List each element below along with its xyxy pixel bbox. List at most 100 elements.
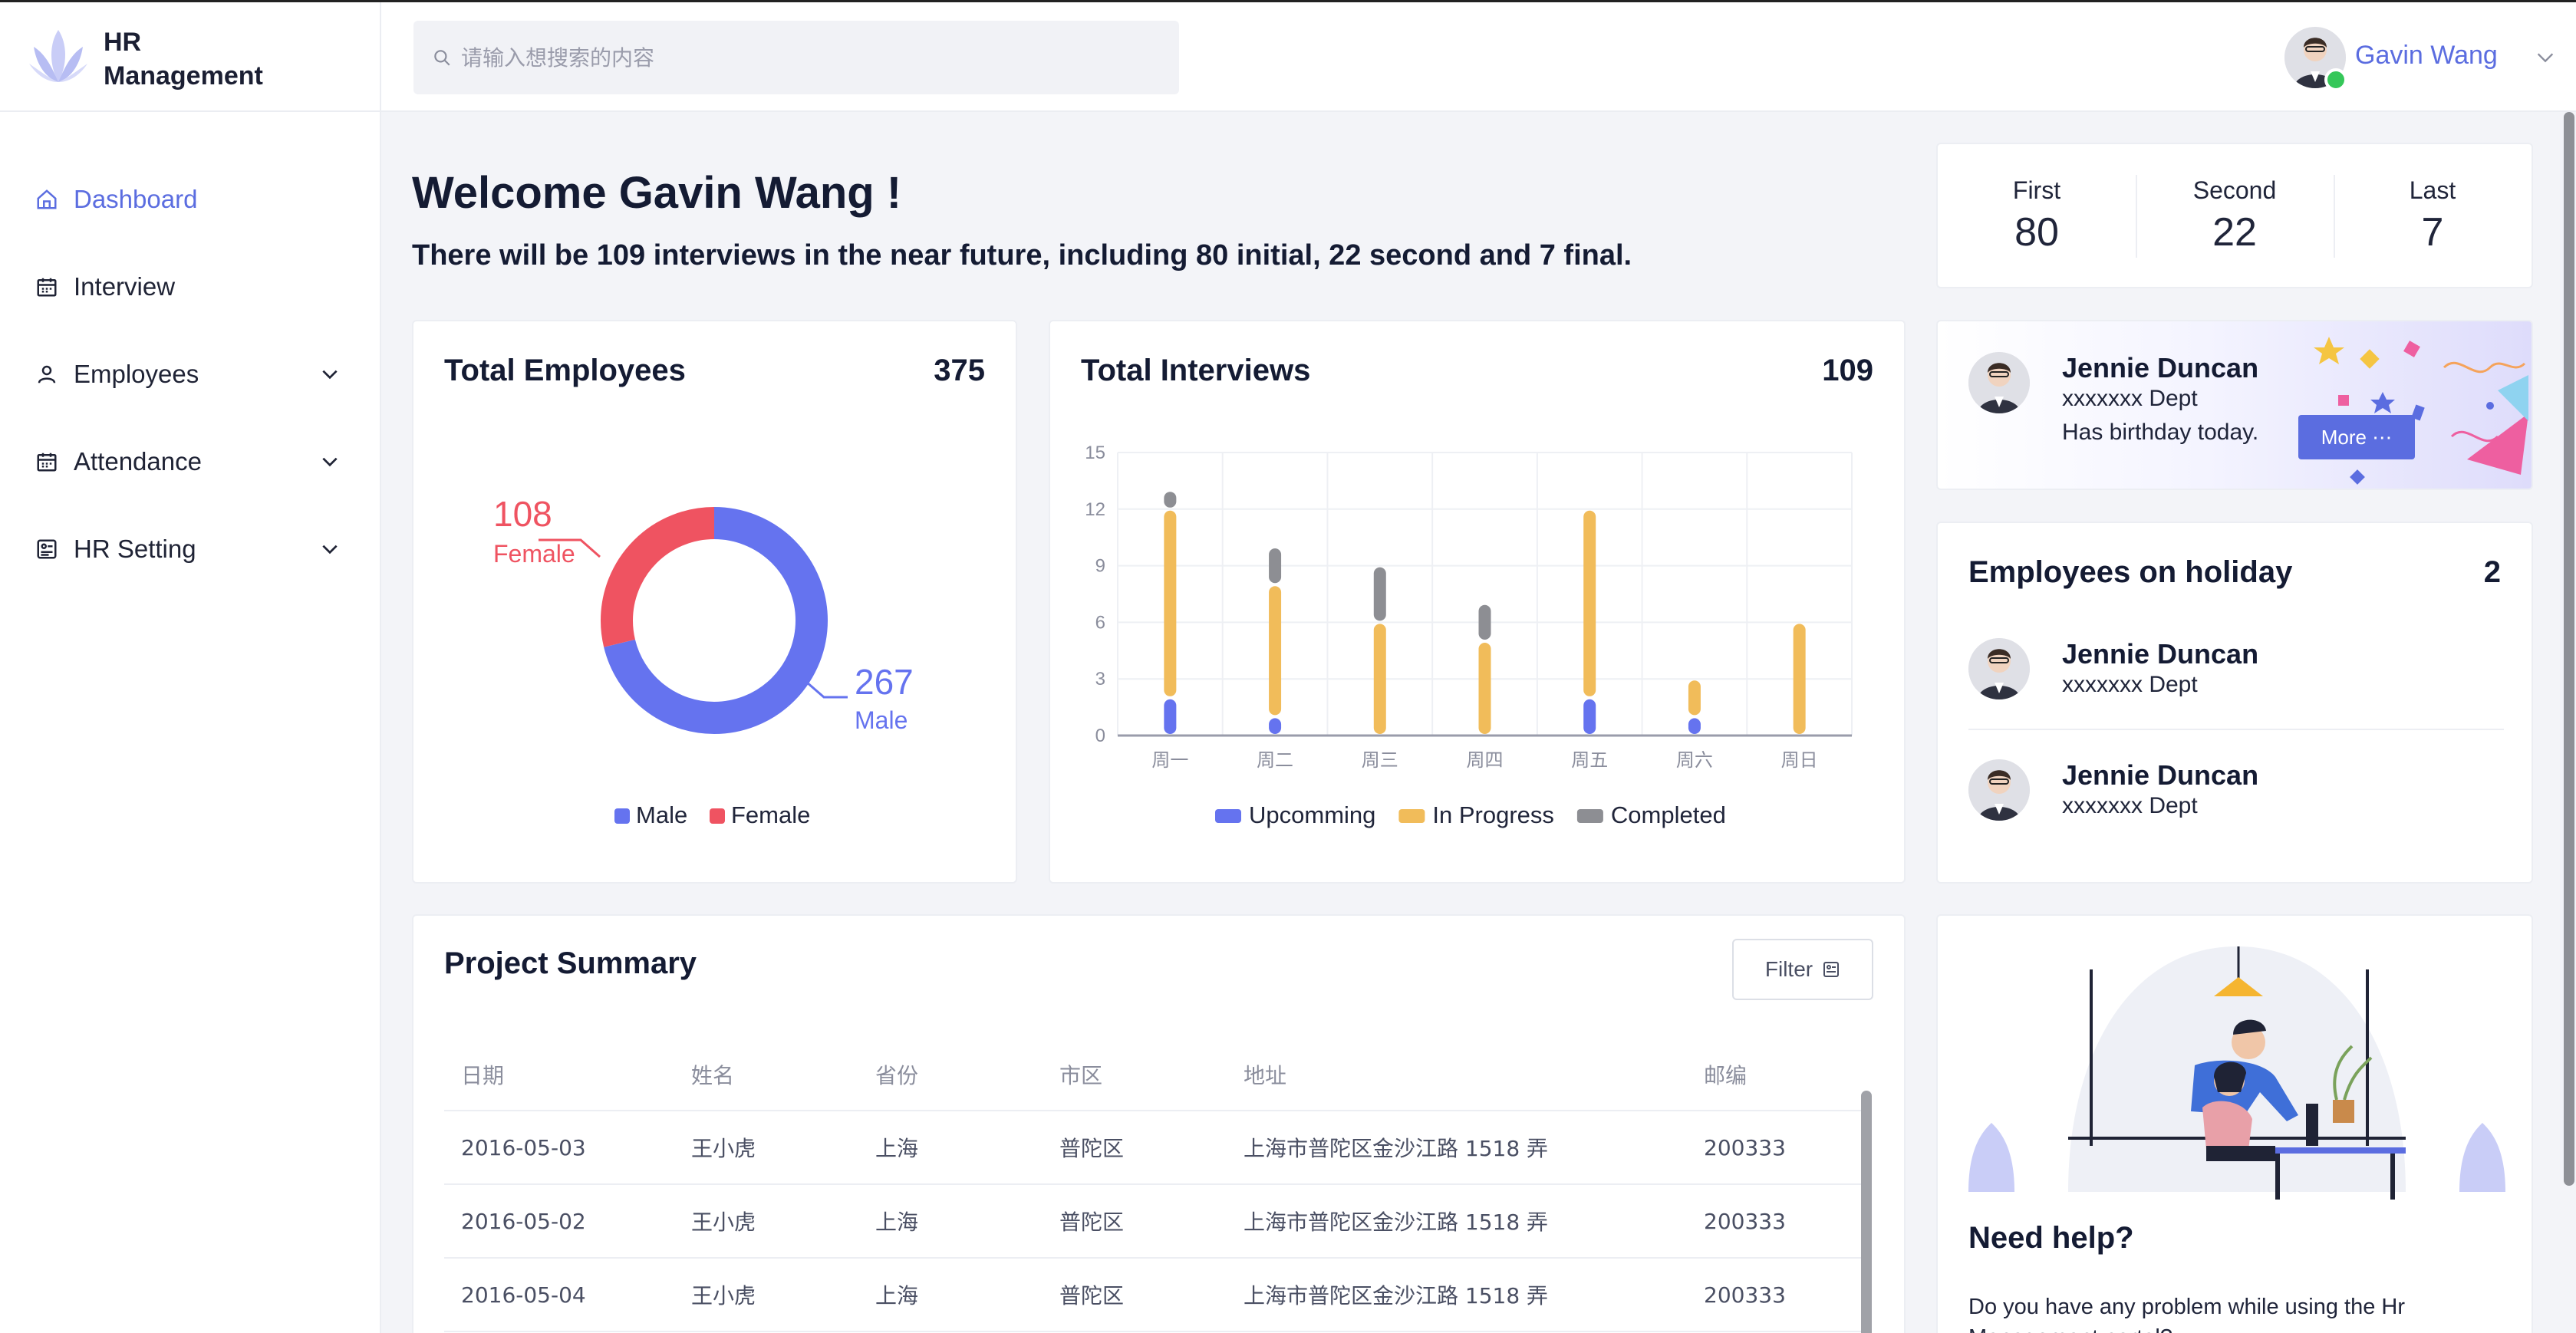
bar-in-progress[interactable] [1164, 510, 1177, 696]
bar-completed[interactable] [1164, 492, 1177, 508]
legend-label[interactable]: Completed [1611, 801, 1726, 828]
stat-second: Second 22 [2136, 144, 2334, 287]
chevron-down-icon [322, 370, 338, 380]
legend-swatch-female [710, 808, 725, 824]
x-tick-label: 周日 [1781, 749, 1818, 771]
app-logo[interactable]: HR Management [0, 2, 381, 112]
project-summary-card: Project Summary Filter 日期 姓名 省份 市区 地址 邮编… [412, 914, 1906, 1333]
female-name-label: Female [493, 540, 575, 568]
filter-button-label: Filter [1764, 957, 1813, 981]
column-header[interactable]: 姓名 [674, 1038, 858, 1111]
column-header[interactable]: 省份 [858, 1038, 1043, 1111]
table-row[interactable]: 2016-05-02 王小虎 上海 普陀区 上海市普陀区金沙江路 1518 弄 … [444, 1184, 1865, 1259]
legend-label[interactable]: In Progress [1432, 801, 1554, 828]
legend-label-female[interactable]: Female [731, 801, 810, 828]
table-cell: 普陀区 [1043, 1258, 1227, 1332]
table-cell: 上海市普陀区金沙江路 1518 弄 [1227, 1184, 1687, 1259]
bar-in-progress[interactable] [1583, 510, 1596, 696]
stat-label: Second [2192, 176, 2277, 204]
divider [1968, 729, 2504, 730]
table-cell: 王小虎 [674, 1184, 858, 1259]
user-name: Gavin Wang [2355, 41, 2498, 70]
avatar [1968, 352, 2030, 413]
x-tick-label: 周三 [1362, 749, 1398, 771]
x-tick-label: 周二 [1257, 749, 1293, 771]
user-menu[interactable]: Gavin Wang [2284, 24, 2576, 93]
app-title-line1: HR [104, 28, 142, 57]
bar-upcomming[interactable] [1164, 699, 1177, 734]
column-header[interactable]: 日期 [444, 1038, 674, 1111]
legend-swatch [1215, 809, 1241, 823]
legend-swatch [1398, 809, 1425, 823]
bar-upcomming[interactable] [1688, 718, 1701, 734]
table-cell: 200333 [1687, 1184, 1865, 1259]
sidebar-item-hr-setting[interactable]: HR Setting [0, 505, 381, 593]
male-value-label: 267 [855, 662, 914, 702]
sidebar-item-label: Interview [74, 272, 176, 301]
table-cell: 上海市普陀区金沙江路 1518 弄 [1227, 1111, 1687, 1185]
bar-upcomming[interactable] [1269, 718, 1282, 734]
card-title: Employees on holiday [1968, 555, 2293, 589]
y-tick-label: 12 [1085, 499, 1105, 520]
home-icon [37, 189, 57, 209]
table-cell: 上海市普陀区金沙江路 1518 弄 [1227, 1258, 1687, 1332]
bar-upcomming[interactable] [1583, 699, 1596, 734]
bar-in-progress[interactable] [1478, 643, 1491, 734]
column-header[interactable]: 市区 [1043, 1038, 1227, 1111]
table-cell: 普陀区 [1043, 1184, 1227, 1259]
column-header[interactable]: 邮编 [1687, 1038, 1865, 1111]
table-cell: 普陀区 [1043, 1111, 1227, 1185]
table-cell: 200333 [1687, 1258, 1865, 1332]
user-avatar-icon [1968, 638, 2030, 699]
table-scrollbar[interactable] [1861, 1091, 1872, 1333]
sidebar-nav: Dashboard Interview Employees Attendance… [0, 156, 381, 593]
birthday-note: Has birthday today. [2062, 420, 2259, 445]
more-button[interactable]: More ⋯ [2298, 415, 2415, 459]
calendar-icon [37, 453, 57, 472]
sidebar-item-dashboard[interactable]: Dashboard [0, 156, 381, 243]
sidebar-item-attendance[interactable]: Attendance [0, 418, 381, 505]
more-button-label: More [2321, 425, 2367, 449]
table-cell: 2016-05-03 [444, 1111, 674, 1185]
interviews-bar-chart: 0 3 6 9 12 15 周一 周二 周三 周四 周五 周六 周日 Upcomming In Progre… [1085, 443, 1853, 828]
person-dept: xxxxxxx Dept [2062, 386, 2198, 411]
table-row[interactable]: 2016-05-03 王小虎 上海 普陀区 上海市普陀区金沙江路 1518 弄 … [444, 1111, 1865, 1185]
bar-in-progress[interactable] [1373, 624, 1386, 734]
need-help-card: Need help? Do you have any problem while… [1936, 914, 2533, 1333]
table-row[interactable]: 2016-05-04 王小虎 上海 普陀区 上海市普陀区金沙江路 1518 弄 … [444, 1258, 1865, 1332]
sidebar-item-interview[interactable]: Interview [0, 243, 381, 331]
table-cell: 王小虎 [674, 1111, 858, 1185]
table-cell: 王小虎 [674, 1258, 858, 1332]
total-employees-card: Total Employees 375 108 Female 267 Male Male… [412, 320, 1017, 884]
legend-label[interactable]: Upcomming [1249, 801, 1375, 828]
search-input[interactable] [461, 44, 1151, 71]
sidebar-item-label: Dashboard [74, 185, 198, 213]
stat-label: First [2012, 176, 2061, 204]
bar-in-progress[interactable] [1269, 586, 1282, 716]
bar-completed[interactable] [1478, 604, 1491, 640]
bar-completed[interactable] [1373, 567, 1386, 621]
search-box[interactable] [413, 21, 1179, 94]
x-tick-label: 周五 [1571, 749, 1608, 771]
bar-in-progress[interactable] [1793, 624, 1806, 734]
app-title-line2: Management [104, 61, 263, 91]
male-name-label: Male [855, 706, 908, 734]
page-scrollbar[interactable] [2564, 112, 2574, 1186]
user-icon [38, 365, 56, 383]
filter-button[interactable]: Filter [1732, 939, 1873, 1000]
confetti-decoration-icon [2314, 337, 2528, 485]
help-illustration-icon [1968, 946, 2505, 1200]
chevron-down-icon[interactable] [2535, 47, 2556, 68]
x-tick-label: 周一 [1151, 749, 1188, 771]
bar-in-progress[interactable] [1688, 680, 1701, 716]
y-tick-label: 6 [1095, 612, 1105, 633]
x-tick-label: 周四 [1467, 749, 1504, 771]
bar-completed[interactable] [1269, 548, 1282, 584]
table-cell: 上海 [858, 1111, 1043, 1185]
welcome-subtitle: There will be 109 interviews in the near… [412, 239, 1632, 272]
sidebar-item-label: Attendance [74, 447, 202, 476]
column-header[interactable]: 地址 [1227, 1038, 1687, 1111]
legend-label-male[interactable]: Male [636, 801, 687, 828]
sidebar-item-employees[interactable]: Employees [0, 331, 381, 418]
gender-donut-chart: 108 Female 267 Male Male Female [493, 494, 914, 828]
